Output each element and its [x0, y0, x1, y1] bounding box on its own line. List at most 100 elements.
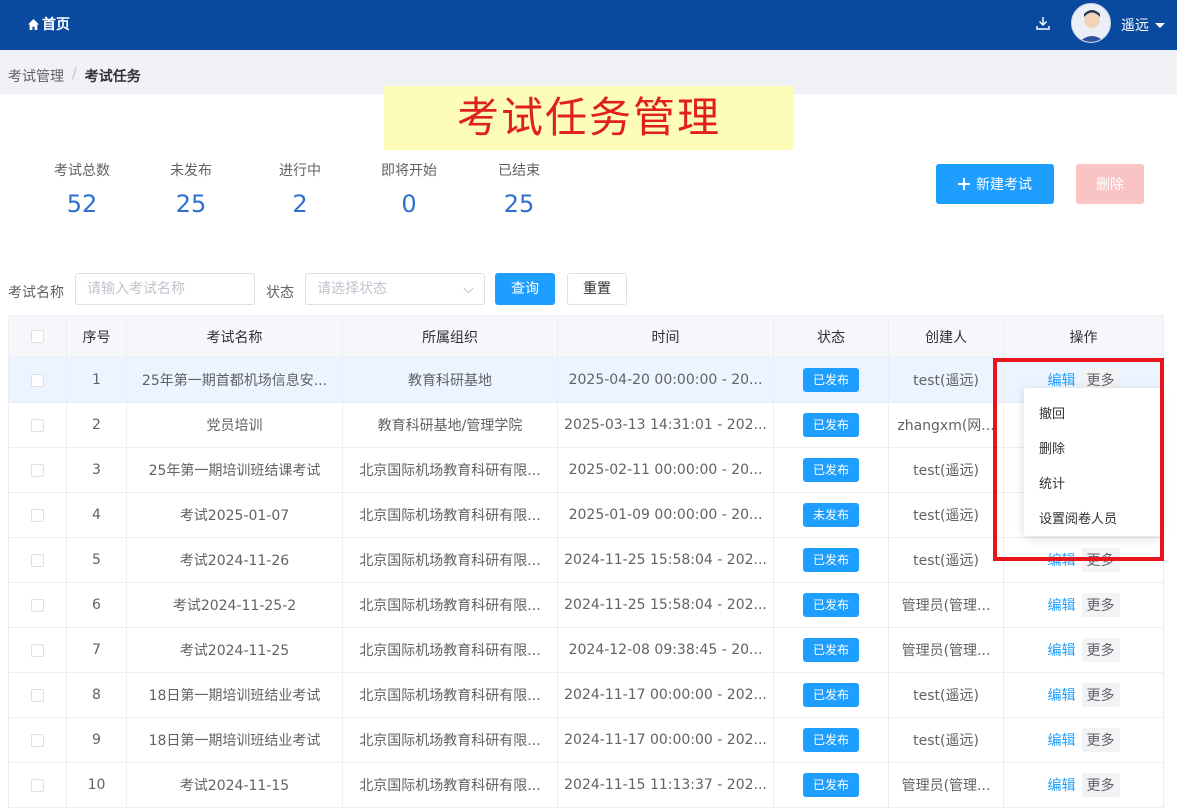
- delete-button[interactable]: 删除: [1076, 164, 1144, 204]
- cell-time: 2024-11-15 11:13:37 - 202...: [558, 763, 774, 807]
- cell-org: 北京国际机场教育科研有限...: [343, 493, 558, 537]
- caret-down-icon: [1155, 22, 1165, 28]
- table-row[interactable]: 4 考试2025-01-07 北京国际机场教育科研有限... 2025-01-09 0…: [8, 493, 1164, 538]
- stat-total: 考试总数 52: [32, 160, 132, 218]
- status-badge: 已发布: [803, 458, 859, 482]
- row-checkbox[interactable]: [31, 643, 44, 657]
- table-row[interactable]: 10 考试2024-11-15 北京国际机场教育科研有限... 2024-11-15 …: [8, 763, 1164, 808]
- more-button[interactable]: 更多: [1081, 773, 1120, 797]
- cell-time: 2025-03-13 14:31:01 - 202...: [558, 403, 774, 447]
- breadcrumb-separator: /: [72, 66, 77, 82]
- cell-time: 2024-11-17 00:00:00 - 202...: [558, 673, 774, 717]
- edit-link[interactable]: 编辑: [1048, 640, 1076, 660]
- cell-creator: 管理员(管理...: [889, 763, 1004, 807]
- more-button[interactable]: 更多: [1081, 638, 1120, 662]
- download-icon[interactable]: [1035, 15, 1051, 31]
- cell-org: 北京国际机场教育科研有限...: [343, 718, 558, 762]
- status-badge: 已发布: [803, 593, 859, 617]
- row-checkbox[interactable]: [31, 733, 44, 747]
- cell-exam-name: 考试2024-11-25-2: [127, 583, 343, 627]
- cell-no: 10: [67, 763, 127, 807]
- cell-no: 4: [67, 493, 127, 537]
- stat-unpublished: 未发布 25: [141, 160, 241, 218]
- table-row[interactable]: 6 考试2024-11-25-2 北京国际机场教育科研有限... 2024-11-25…: [8, 583, 1164, 628]
- edit-link[interactable]: 编辑: [1048, 595, 1076, 615]
- status-badge: 已发布: [803, 413, 859, 437]
- cell-org: 教育科研基地: [343, 358, 558, 402]
- cell-creator: 管理员(管理...: [889, 628, 1004, 672]
- cell-time: 2025-02-11 00:00:00 - 20...: [558, 448, 774, 492]
- stat-label: 已结束: [498, 163, 540, 179]
- cell-org: 北京国际机场教育科研有限...: [343, 673, 558, 717]
- table-header: 序号 考试名称 所属组织 时间 状态 创建人 操作: [8, 315, 1164, 358]
- page-title: 考试任务管理: [384, 86, 794, 150]
- col-header: 考试名称: [127, 316, 343, 357]
- stat-label: 进行中: [279, 163, 321, 179]
- query-button[interactable]: 查询: [495, 273, 555, 305]
- row-checkbox[interactable]: [31, 688, 44, 702]
- row-checkbox[interactable]: [31, 463, 44, 477]
- home-link[interactable]: 首页: [28, 14, 70, 34]
- stat-value: 0: [401, 190, 417, 218]
- row-checkbox[interactable]: [31, 373, 44, 387]
- cell-no: 2: [67, 403, 127, 447]
- status-badge: 未发布: [803, 503, 859, 527]
- plus-icon: [958, 178, 970, 190]
- edit-link[interactable]: 编辑: [1048, 730, 1076, 750]
- avatar[interactable]: [1071, 3, 1111, 43]
- cell-org: 北京国际机场教育科研有限...: [343, 583, 558, 627]
- more-button[interactable]: 更多: [1081, 593, 1120, 617]
- stat-value: 25: [175, 190, 207, 218]
- breadcrumb-parent[interactable]: 考试管理: [8, 66, 64, 86]
- status-badge: 已发布: [803, 638, 859, 662]
- cell-exam-name: 18日第一期培训班结业考试: [127, 718, 343, 762]
- table-row[interactable]: 5 考试2024-11-26 北京国际机场教育科研有限... 2024-11-25 1…: [8, 538, 1164, 583]
- cell-exam-name: 考试2024-11-26: [127, 538, 343, 582]
- new-exam-button[interactable]: 新建考试: [936, 164, 1054, 204]
- status-badge: 已发布: [803, 683, 859, 707]
- status-select[interactable]: 请选择状态: [305, 273, 485, 305]
- table-row[interactable]: 7 考试2024-11-25 北京国际机场教育科研有限... 2024-12-08 0…: [8, 628, 1164, 673]
- home-icon: [28, 18, 39, 30]
- table-row[interactable]: 8 18日第一期培训班结业考试 北京国际机场教育科研有限... 2024-11-17 …: [8, 673, 1164, 718]
- cell-creator: test(遥远): [889, 358, 1004, 402]
- col-header: 创建人: [889, 316, 1004, 357]
- edit-link[interactable]: 编辑: [1048, 775, 1076, 795]
- stat-label: 考试总数: [54, 163, 110, 179]
- cell-time: 2025-04-20 00:00:00 - 20...: [558, 358, 774, 402]
- stat-label: 未发布: [170, 163, 212, 179]
- status-select-placeholder: 请选择状态: [317, 281, 387, 297]
- col-header: 序号: [67, 316, 127, 357]
- cell-exam-name: 党员培训: [127, 403, 343, 447]
- cell-creator: test(遥远): [889, 718, 1004, 762]
- status-label: 状态: [266, 285, 294, 301]
- row-checkbox[interactable]: [31, 553, 44, 567]
- row-checkbox[interactable]: [31, 598, 44, 612]
- row-checkbox[interactable]: [31, 778, 44, 792]
- cell-no: 5: [67, 538, 127, 582]
- more-button[interactable]: 更多: [1081, 728, 1120, 752]
- home-label: 首页: [42, 17, 70, 33]
- stat-value: 2: [292, 190, 308, 218]
- stat-in-progress: 进行中 2: [250, 160, 350, 218]
- table-row[interactable]: 9 18日第一期培训班结业考试 北京国际机场教育科研有限... 2024-11-17 …: [8, 718, 1164, 763]
- cell-time: 2025-01-09 00:00:00 - 20...: [558, 493, 774, 537]
- table-row[interactable]: 3 25年第一期培训班结课考试 北京国际机场教育科研有限... 2025-02-11 …: [8, 448, 1164, 493]
- select-all-checkbox[interactable]: [31, 330, 44, 343]
- avatar-image: [1072, 4, 1110, 42]
- user-menu[interactable]: 遥远: [1121, 15, 1165, 35]
- status-badge: 已发布: [803, 773, 859, 797]
- reset-button[interactable]: 重置: [567, 273, 627, 305]
- exam-name-input[interactable]: 请输入考试名称: [75, 273, 255, 305]
- edit-link[interactable]: 编辑: [1048, 685, 1076, 705]
- exam-name-label: 考试名称: [8, 285, 64, 301]
- table-row[interactable]: 2 党员培训 教育科研基地/管理学院 2025-03-13 14:31:01 - 20…: [8, 403, 1164, 448]
- breadcrumb-current: 考试任务: [84, 69, 141, 85]
- more-button[interactable]: 更多: [1081, 683, 1120, 707]
- cell-time: 2024-11-17 00:00:00 - 202...: [558, 718, 774, 762]
- status-badge: 已发布: [803, 728, 859, 752]
- table-row[interactable]: 1 25年第一期首都机场信息安... 教育科研基地 2025-04-20 00:00:…: [8, 358, 1164, 403]
- row-checkbox[interactable]: [31, 508, 44, 522]
- row-checkbox[interactable]: [31, 418, 44, 432]
- user-name: 遥远: [1121, 18, 1149, 34]
